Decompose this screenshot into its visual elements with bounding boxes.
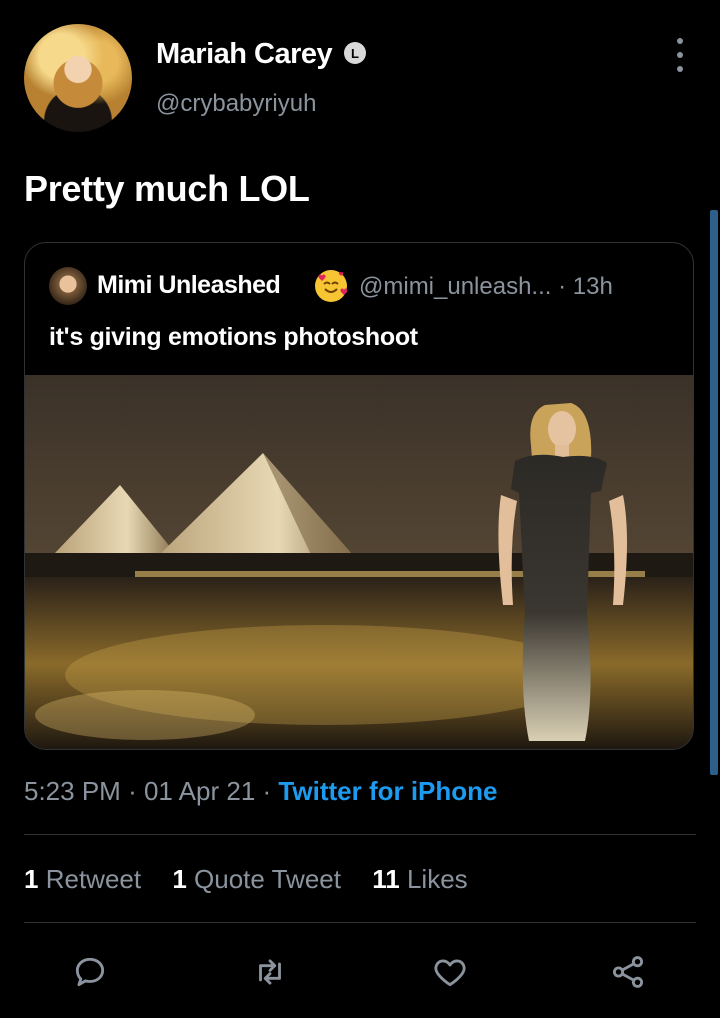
quoted-author-name: Mimi Unleashed (97, 271, 281, 299)
meta-separator: · (128, 776, 137, 806)
author-display-name[interactable]: Mariah Carey (156, 38, 333, 71)
retweets-label: Retweet (45, 864, 142, 894)
author-avatar[interactable] (24, 24, 132, 132)
tweet-source-link[interactable]: Twitter for iPhone (278, 776, 497, 806)
likes-stat[interactable]: 11 Likes (372, 864, 467, 894)
quoted-text: it's giving emotions photoshoot (49, 323, 418, 351)
quoted-tweet-card[interactable]: Mimi Unleashed @mimi_unleash... · 13h it… (24, 242, 694, 750)
tweet-stats: 1 Retweet 1 Quote Tweet 11 Likes (24, 864, 492, 895)
smiling-face-hearts-emoji (315, 270, 347, 302)
share-icon (612, 956, 644, 988)
quotes-count: 1 (172, 864, 187, 894)
quoted-photo[interactable] (25, 375, 694, 750)
divider (24, 834, 696, 835)
tweet-meta: 5:23 PM · 01 Apr 21 · Twitter for iPhone (24, 776, 498, 807)
quoted-handle-time: @mimi_unleash... · 13h (359, 273, 613, 301)
tweet-date: 01 Apr 21 (143, 776, 256, 806)
retweets-count: 1 (24, 864, 39, 894)
reply-icon (75, 957, 105, 987)
share-button[interactable] (606, 950, 650, 994)
quoted-time: · 13h (558, 273, 613, 300)
quoted-author-avatar (49, 267, 87, 305)
reply-button[interactable] (68, 950, 112, 994)
likes-count: 11 (372, 864, 400, 894)
verified-icon: L (344, 42, 366, 64)
quotes-stat[interactable]: 1 Quote Tweet (172, 864, 341, 894)
quoted-handle: @mimi_unleash... (359, 273, 552, 300)
likes-label: Likes (406, 864, 468, 894)
like-icon (434, 959, 466, 987)
more-icon[interactable] (668, 38, 692, 72)
retweets-stat[interactable]: 1 Retweet (24, 864, 141, 894)
quotes-label: Quote Tweet (194, 864, 341, 894)
tweet-text: Pretty much LOL (24, 168, 310, 209)
tweet-time: 5:23 PM (24, 776, 121, 806)
meta-separator: · (262, 776, 272, 806)
retweet-icon (259, 959, 281, 985)
scrollbar[interactable] (710, 210, 718, 775)
retweet-button[interactable] (248, 950, 292, 994)
divider (24, 922, 696, 923)
like-button[interactable] (428, 950, 472, 994)
author-handle[interactable]: @crybabyriyuh (156, 90, 316, 118)
